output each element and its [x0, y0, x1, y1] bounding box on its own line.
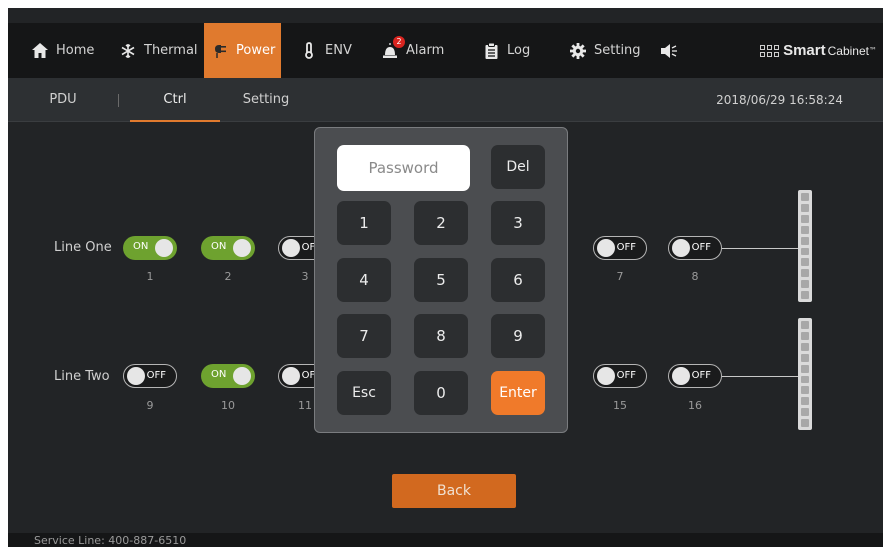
brand-grid-icon — [760, 44, 780, 57]
enter-key[interactable]: Enter — [491, 371, 545, 415]
nav-speaker[interactable] — [659, 23, 685, 78]
outlet-15-toggle[interactable]: OFF — [593, 364, 647, 388]
nav-home-label: Home — [56, 43, 95, 58]
outlet-1-toggle[interactable]: ON — [123, 236, 177, 260]
key-4[interactable]: 4 — [337, 258, 391, 302]
outlet-8-toggle[interactable]: OFF — [668, 236, 722, 260]
line-two-label: Line Two — [54, 369, 110, 384]
nav-alarm-label: Alarm — [406, 43, 445, 58]
key-1[interactable]: 1 — [337, 201, 391, 245]
outlet-7-number: 7 — [616, 270, 624, 283]
power-plug-icon — [210, 41, 230, 61]
nav-thermal[interactable]: Thermal — [118, 23, 198, 78]
key-3[interactable]: 3 — [491, 201, 545, 245]
key-6[interactable]: 6 — [491, 258, 545, 302]
outlet-9-number: 9 — [146, 399, 154, 412]
trademark-mark: ™ — [869, 46, 877, 55]
key-7[interactable]: 7 — [337, 314, 391, 358]
alarm-count-badge: 2 — [393, 35, 405, 48]
clipboard-icon — [481, 41, 501, 61]
key-2[interactable]: 2 — [414, 201, 468, 245]
password-keypad-dialog: Del 1 2 3 4 5 6 7 8 9 Esc 0 Enter — [314, 127, 568, 433]
nav-power-label: Power — [236, 43, 276, 58]
nav-home[interactable]: Home — [30, 23, 94, 78]
nav-alarm[interactable]: 2 Alarm — [380, 23, 444, 78]
key-5[interactable]: 5 — [414, 258, 468, 302]
brand-logo: Smart Cabinet ™ — [760, 23, 877, 78]
outlet-8-number: 8 — [691, 270, 699, 283]
tab-setting[interactable]: Setting — [234, 78, 298, 122]
sub-tab-bar: PDU Ctrl Setting 2018/06/29 16:58:24 — [8, 78, 883, 122]
password-input[interactable] — [337, 145, 470, 191]
back-button[interactable]: Back — [392, 474, 516, 508]
outlet-15-state: OFF — [616, 370, 636, 381]
outlet-2-state: ON — [211, 241, 227, 252]
outlet-7-state: OFF — [616, 242, 636, 253]
outlet-10-toggle[interactable]: ON — [201, 364, 255, 388]
line-one-pdu-strip — [798, 190, 812, 302]
line-one-label: Line One — [54, 240, 112, 255]
home-icon — [30, 41, 50, 61]
outlet-16-state: OFF — [691, 370, 711, 381]
alarm-light-icon: 2 — [380, 35, 405, 61]
outlet-15-number: 15 — [613, 399, 627, 412]
nav-power[interactable]: Power — [204, 23, 282, 85]
outlet-9-toggle[interactable]: OFF — [123, 364, 177, 388]
brand-name-light: Cabinet — [827, 43, 869, 58]
tab-ctrl[interactable]: Ctrl — [130, 78, 220, 122]
tab-separator — [118, 94, 119, 107]
line-two-pdu-strip — [798, 318, 812, 430]
key-8[interactable]: 8 — [414, 314, 468, 358]
key-0[interactable]: 0 — [414, 371, 468, 415]
outlet-16-toggle[interactable]: OFF — [668, 364, 722, 388]
datetime: 2018/06/29 16:58:24 — [716, 93, 843, 107]
nav-log[interactable]: Log — [481, 23, 530, 78]
nav-thermal-label: Thermal — [144, 43, 198, 58]
nav-log-label: Log — [507, 43, 531, 58]
nav-env-label: ENV — [325, 43, 352, 58]
line-two-wire — [722, 376, 798, 377]
outlet-2-toggle[interactable]: ON — [201, 236, 255, 260]
brand-name-bold: Smart — [783, 42, 826, 59]
snowflake-icon — [118, 41, 138, 61]
outlet-10-state: ON — [211, 369, 227, 380]
outlet-16-number: 16 — [688, 399, 702, 412]
outlet-1-number: 1 — [146, 270, 154, 283]
nav-setting-label: Setting — [594, 43, 641, 58]
outlet-1-state: ON — [133, 241, 149, 252]
line-one-wire — [722, 248, 798, 249]
nav-setting[interactable]: Setting — [568, 23, 641, 78]
outlet-8-state: OFF — [691, 242, 711, 253]
nav-env[interactable]: ENV — [299, 23, 352, 78]
outlet-2-number: 2 — [224, 270, 232, 283]
top-navigation: Home Thermal Power ENV 2 Alarm Log Setti… — [8, 23, 883, 85]
delete-key[interactable]: Del — [491, 145, 545, 189]
outlet-7-toggle[interactable]: OFF — [593, 236, 647, 260]
service-line-footer: Service Line: 400-887-6510 — [8, 533, 883, 547]
gear-icon — [568, 41, 588, 61]
speaker-icon — [659, 41, 679, 61]
outlet-9-state: OFF — [146, 370, 166, 381]
escape-key[interactable]: Esc — [337, 371, 391, 415]
screen: Home Thermal Power ENV 2 Alarm Log Setti… — [8, 8, 883, 547]
key-9[interactable]: 9 — [491, 314, 545, 358]
outlet-10-number: 10 — [221, 399, 235, 412]
thermometer-icon — [299, 41, 319, 61]
tab-pdu[interactable]: PDU — [38, 78, 88, 122]
